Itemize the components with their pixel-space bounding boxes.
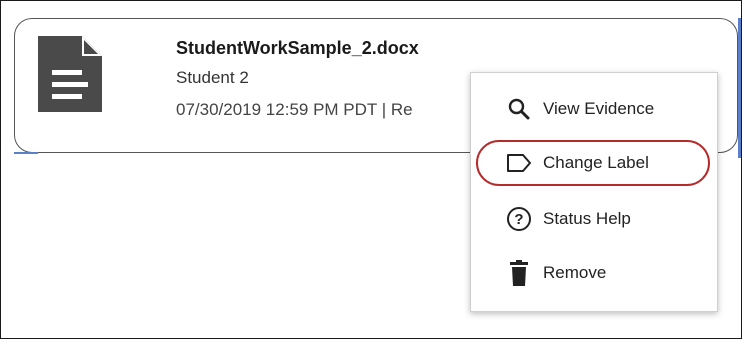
menu-item-label: Change Label [543, 153, 649, 172]
menu-item-status-help[interactable]: ? Status Help [471, 195, 719, 243]
menu-item-view-evidence[interactable]: View Evidence [471, 85, 719, 133]
search-icon [505, 95, 533, 123]
menu-item-label: Remove [543, 263, 607, 282]
menu-item-label: Status Help [543, 209, 631, 228]
label-tag-icon [505, 149, 533, 177]
menu-item-change-label[interactable]: Change Label [471, 139, 719, 187]
file-name[interactable]: StudentWorkSample_2.docx [176, 38, 419, 59]
student-name: Student 2 [176, 68, 249, 87]
context-menu: View Evidence Change Label ? Status Help… [470, 72, 718, 312]
card-selection-edge-bottom [14, 152, 38, 154]
card-selection-edge [738, 18, 741, 158]
help-circle-icon: ? [505, 205, 533, 233]
document-icon [38, 36, 102, 112]
svg-text:?: ? [514, 211, 523, 228]
trash-icon [505, 259, 533, 287]
file-meta: 07/30/2019 12:59 PM PDT | Re [176, 100, 413, 119]
menu-item-remove[interactable]: Remove [471, 249, 719, 297]
menu-item-label: View Evidence [543, 99, 655, 118]
